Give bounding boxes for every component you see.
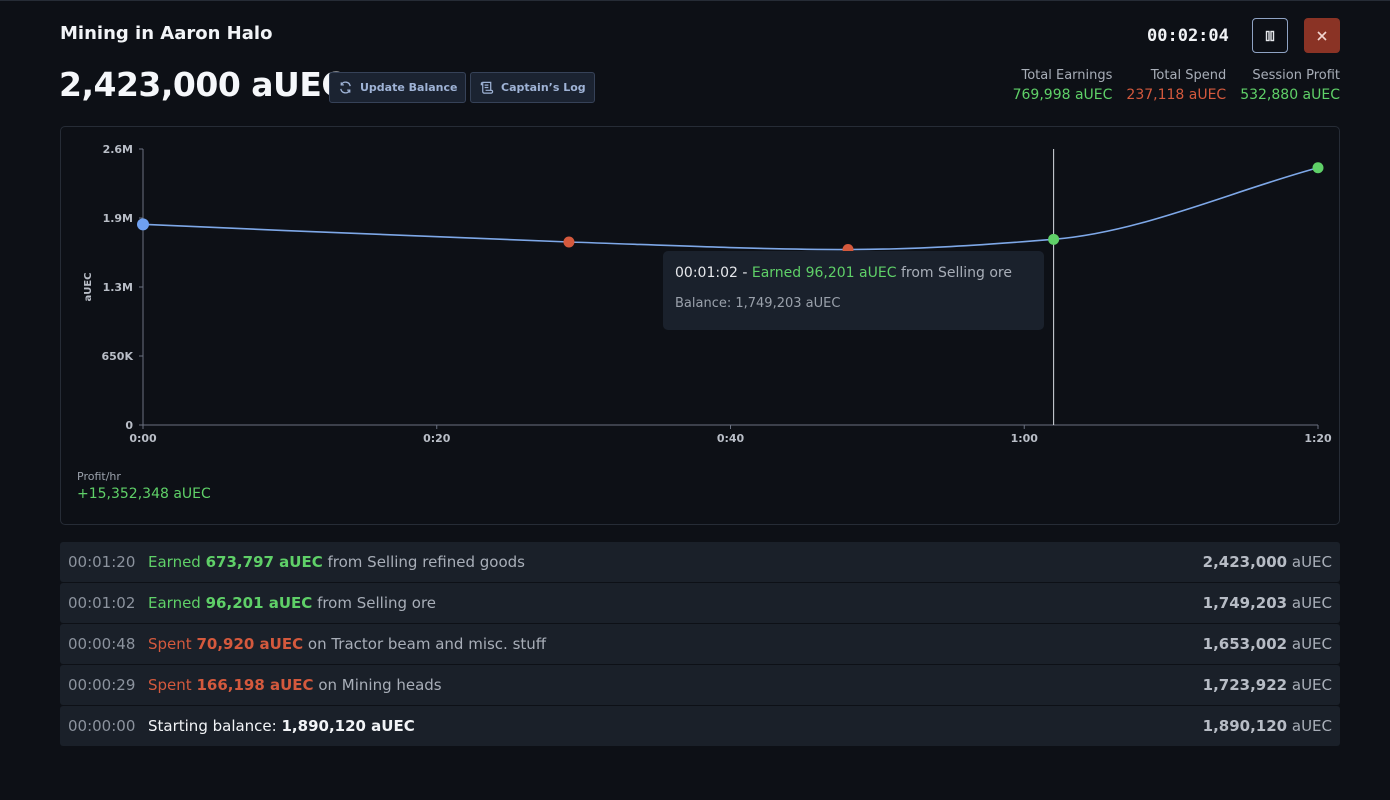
log-amount: 1,890,120 aUEC: [281, 717, 415, 735]
y-tick-label: 650K: [102, 350, 134, 363]
session-profit-label: Session Profit: [1252, 68, 1340, 83]
refresh-icon: [340, 81, 351, 94]
x-tick-label: 0:40: [717, 432, 745, 445]
log-balance-unit: aUEC: [1287, 553, 1332, 571]
y-tick-label: 1.3M: [103, 281, 133, 294]
log-balance-value: 2,423,000: [1202, 553, 1288, 571]
log-time: 00:01:20: [68, 553, 136, 571]
log-row[interactable]: 00:01:02 Earned 96,201 aUEC from Selling…: [60, 583, 1340, 623]
close-icon: [1317, 30, 1327, 41]
log-time: 00:00:00: [68, 717, 136, 735]
log-balance: 2,423,000 aUEC: [1203, 553, 1332, 571]
log-balance-unit: aUEC: [1287, 635, 1332, 653]
chart-tooltip: 00:01:02 - Earned 96,201 aUEC from Selli…: [663, 251, 1044, 330]
log-verb: Starting balance:: [148, 717, 277, 735]
total-spend-stat: Total Spend 237,118 aUEC: [1126, 68, 1226, 103]
session-profit-value: 532,880 aUEC: [1240, 87, 1340, 103]
session-profit-stat: Session Profit 532,880 aUEC: [1240, 68, 1340, 103]
session-stats: Total Earnings 769,998 aUEC Total Spend …: [1013, 68, 1340, 103]
scroll-icon: [480, 81, 494, 94]
log-verb: Spent: [148, 635, 192, 653]
profit-hr-value: +15,352,348 aUEC: [77, 486, 211, 502]
update-balance-label: Update Balance: [360, 81, 458, 94]
balance-line: [142, 167, 1319, 251]
log-balance-value: 1,749,203: [1202, 594, 1288, 612]
data-point-earn[interactable]: [1312, 162, 1324, 174]
log-balance-unit: aUEC: [1287, 676, 1332, 694]
y-tick-label: 2.6M: [103, 143, 133, 156]
total-earnings-value: 769,998 aUEC: [1012, 87, 1113, 103]
tooltip-separator: -: [737, 265, 752, 281]
total-spend-label: Total Spend: [1150, 68, 1227, 83]
log-balance: 1,749,203 aUEC: [1203, 594, 1332, 612]
tooltip-rest: from Selling ore: [896, 265, 1012, 281]
transaction-log: 00:01:20 Earned 673,797 aUEC from Sellin…: [60, 542, 1340, 747]
log-balance-unit: aUEC: [1287, 717, 1332, 735]
update-balance-button[interactable]: Update Balance: [329, 72, 467, 103]
log-balance: 1,890,120 aUEC: [1203, 717, 1332, 735]
log-rest: from Selling ore: [312, 594, 437, 612]
total-spend-value: 237,118 aUEC: [1126, 87, 1227, 103]
log-row[interactable]: 00:01:20 Earned 673,797 aUEC from Sellin…: [60, 542, 1340, 582]
profit-hr-label: Profit/hr: [77, 470, 121, 483]
captains-log-button[interactable]: Captain’s Log: [470, 72, 595, 103]
log-balance: 1,723,922 aUEC: [1203, 676, 1332, 694]
log-row[interactable]: 00:00:00 Starting balance: 1,890,120 aUE…: [60, 706, 1340, 746]
log-amount: 96,201 aUEC: [205, 594, 313, 612]
log-amount: 166,198 aUEC: [196, 676, 314, 694]
x-tick-label: 0:00: [129, 432, 157, 445]
pause-button[interactable]: [1252, 18, 1288, 53]
log-rest: on Tractor beam and misc. stuff: [303, 635, 547, 653]
close-session-button[interactable]: [1304, 18, 1340, 53]
log-balance-value: 1,890,120: [1202, 717, 1288, 735]
y-axis-label: aUEC: [83, 272, 94, 301]
log-rest: from Selling refined goods: [322, 553, 525, 571]
data-point-spend[interactable]: [563, 236, 575, 248]
pause-icon: [1265, 30, 1275, 41]
log-amount: 70,920 aUEC: [196, 635, 304, 653]
x-tick-label: 1:20: [1304, 432, 1332, 445]
log-balance-value: 1,723,922: [1202, 676, 1288, 694]
log-time: 00:00:29: [68, 676, 136, 694]
log-amount: 673,797 aUEC: [205, 553, 323, 571]
log-rest: on Mining heads: [313, 676, 442, 694]
current-balance: 2,423,000 aUEC: [59, 65, 346, 104]
x-tick-label: 0:20: [423, 432, 451, 445]
log-row[interactable]: 00:00:48 Spent 70,920 aUEC on Tractor be…: [60, 624, 1340, 664]
total-earnings-label: Total Earnings: [1021, 68, 1113, 83]
log-description: Spent 70,920 aUEC on Tractor beam and mi…: [148, 635, 1203, 653]
data-point-start[interactable]: [137, 218, 149, 231]
log-time: 00:00:48: [68, 635, 136, 653]
tooltip-time: 00:01:02: [675, 265, 738, 281]
data-point-earn[interactable]: [1048, 233, 1060, 245]
x-tick-label: 1:00: [1011, 432, 1039, 445]
log-balance-value: 1,653,002: [1202, 635, 1288, 653]
log-description: Earned 673,797 aUEC from Selling refined…: [148, 553, 1203, 571]
captains-log-label: Captain’s Log: [501, 81, 586, 94]
log-description: Starting balance: 1,890,120 aUEC: [148, 717, 1203, 735]
profit-per-hour: Profit/hr +15,352,348 aUEC: [77, 470, 211, 502]
y-tick-label: 0: [125, 419, 133, 432]
total-earnings-stat: Total Earnings 769,998 aUEC: [1013, 68, 1113, 103]
log-time: 00:01:02: [68, 594, 136, 612]
y-tick-label: 1.9M: [103, 212, 133, 225]
balance-chart-panel: 0 650K 1.3M 1.9M 2.6M 0:00 0:20 0:40 1:00 1:20 aUE…: [60, 126, 1340, 525]
tooltip-balance: Balance: 1,749,203 aUEC: [675, 296, 841, 311]
log-verb: Spent: [148, 676, 192, 694]
log-verb: Earned: [148, 594, 201, 612]
log-balance-unit: aUEC: [1287, 594, 1332, 612]
session-timer: 00:02:04: [1147, 26, 1229, 46]
log-description: Earned 96,201 aUEC from Selling ore: [148, 594, 1203, 612]
log-row[interactable]: 00:00:29 Spent 166,198 aUEC on Mining he…: [60, 665, 1340, 705]
log-verb: Earned: [148, 553, 201, 571]
session-title: Mining in Aaron Halo: [60, 23, 273, 44]
log-description: Spent 166,198 aUEC on Mining heads: [148, 676, 1203, 694]
log-balance: 1,653,002 aUEC: [1203, 635, 1332, 653]
tooltip-action: Earned 96,201 aUEC: [751, 265, 897, 281]
